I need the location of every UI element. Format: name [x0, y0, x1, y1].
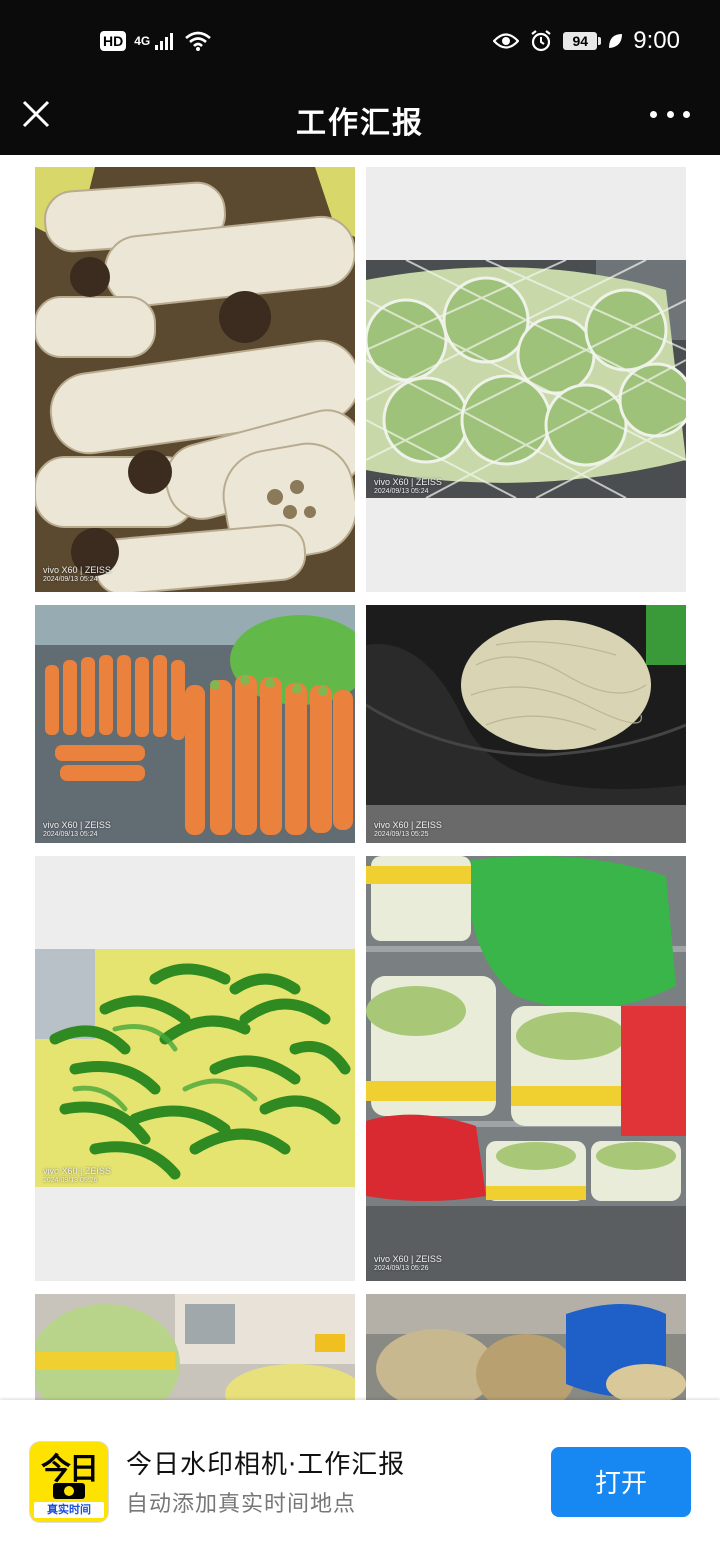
- clock: 9:00: [633, 27, 680, 54]
- app-icon[interactable]: 今日 真实时间: [30, 1442, 108, 1522]
- photo-cabbage[interactable]: vivo X60 | ZEISS 2024/09/13 05:24: [366, 167, 686, 592]
- photo-watermark: vivo X60 | ZEISS 2024/09/13 05:26: [374, 1254, 442, 1273]
- watermark-camera-model: vivo X60 | ZEISS: [374, 1253, 442, 1264]
- more-button[interactable]: [650, 104, 690, 124]
- page-title: 工作汇报: [296, 106, 424, 141]
- wifi-icon: [185, 31, 212, 51]
- battery-indicator: 94: [563, 32, 602, 50]
- watermark-datetime: 2024/09/13 05:24: [43, 575, 98, 583]
- more-dot-icon: [683, 110, 690, 118]
- watermark-datetime: 2024/09/13 05:26: [43, 1176, 98, 1184]
- watermark-datetime: 2024/09/13 05:24: [374, 487, 429, 495]
- leaf-icon: [609, 34, 623, 48]
- photo-bok-choy[interactable]: vivo X60 | ZEISS 2024/09/13 05:26: [366, 856, 686, 1281]
- photo-carrots[interactable]: vivo X60 | ZEISS 2024/09/13 05:24: [35, 605, 355, 843]
- app-subtitle: 自动添加真实时间地点: [126, 1492, 357, 1517]
- watermark-camera-model: vivo X60 | ZEISS: [43, 1166, 111, 1176]
- app-icon-tag: 真实时间: [34, 1502, 104, 1518]
- photo-green-peppers[interactable]: vivo X60 | ZEISS 2024/09/13 05:26: [35, 856, 355, 1281]
- camera-icon: [53, 1483, 85, 1499]
- photo-vegetables-bags[interactable]: [35, 1294, 355, 1400]
- eye-icon: [493, 33, 520, 49]
- photo-bean-sprouts[interactable]: vivo X60 | ZEISS 2024/09/13 05:25: [366, 605, 686, 843]
- photo-watermark: vivo X60 | ZEISS 2024/09/13 05:26: [43, 1166, 111, 1185]
- watermark-camera-model: vivo X60 | ZEISS: [374, 477, 442, 487]
- signal-icon: [155, 33, 174, 50]
- photo-watermark: vivo X60 | ZEISS 2024/09/13 05:24: [43, 820, 111, 839]
- watermark-camera-model: vivo X60 | ZEISS: [374, 819, 442, 830]
- more-dot-icon: [650, 110, 657, 118]
- hd-indicator: HD: [100, 31, 127, 51]
- photo-produce-bags[interactable]: [366, 1294, 686, 1400]
- photo-watermark: vivo X60 | ZEISS 2024/09/13 05:24: [43, 565, 111, 584]
- photo-watermark: vivo X60 | ZEISS 2024/09/13 05:24: [374, 477, 442, 496]
- watermark-datetime: 2024/09/13 05:24: [43, 830, 98, 838]
- watermark-camera-model: vivo X60 | ZEISS: [43, 819, 111, 830]
- watermark-camera-model: vivo X60 | ZEISS: [43, 564, 111, 575]
- photo-watermark: vivo X60 | ZEISS 2024/09/13 05:25: [374, 820, 442, 839]
- photo-lotus-root[interactable]: vivo X60 | ZEISS 2024/09/13 05:24: [35, 167, 355, 592]
- watermark-datetime: 2024/09/13 05:26: [374, 1264, 429, 1272]
- app-name: 今日水印相机·工作汇报: [126, 1450, 406, 1480]
- app-promo-banner[interactable]: 今日 真实时间 今日水印相机·工作汇报 自动添加真实时间地点 打开: [0, 1400, 720, 1560]
- status-bar: HD 4G 94 9:00: [0, 0, 720, 82]
- network-type: 4G: [134, 34, 151, 48]
- navigation-bar: 工作汇报: [0, 82, 720, 155]
- watermark-datetime: 2024/09/13 05:25: [374, 830, 429, 838]
- open-app-button[interactable]: 打开: [551, 1447, 691, 1517]
- more-dot-icon: [666, 110, 674, 118]
- alarm-icon: [531, 30, 551, 52]
- photo-grid[interactable]: vivo X60 | ZEISS 2024/09/13 05:24 vivo X…: [0, 155, 720, 1400]
